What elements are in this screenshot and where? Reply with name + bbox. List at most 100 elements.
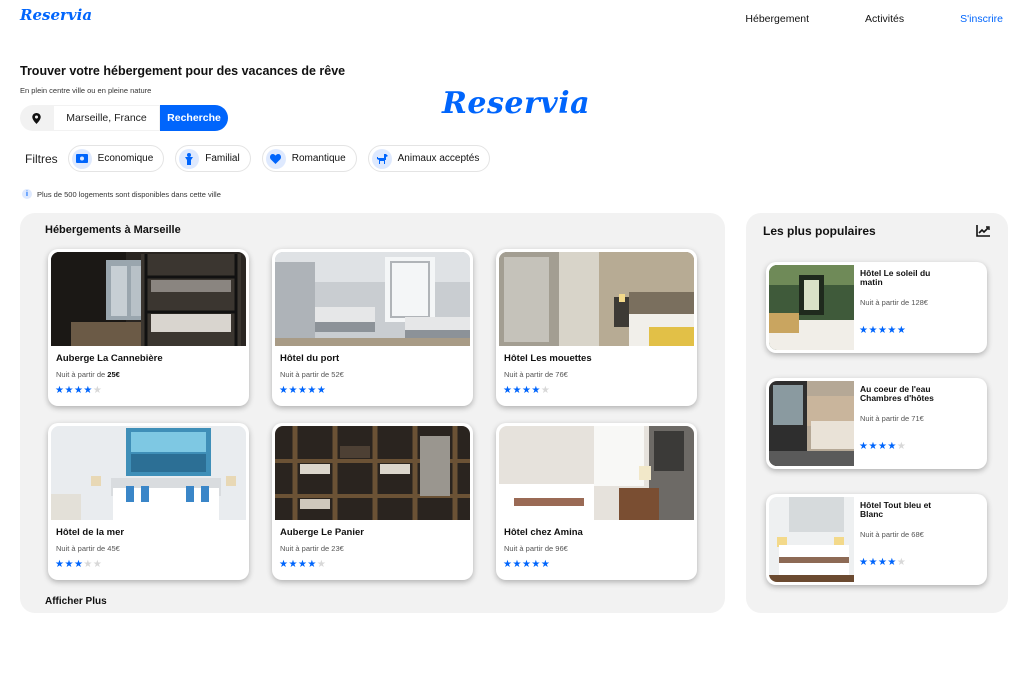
star-filled-icon: ★ — [83, 385, 93, 396]
info-icon: i — [22, 189, 32, 199]
star-filled-icon: ★ — [55, 559, 65, 570]
availability-info: i Plus de 500 logements sont disponibles… — [22, 189, 221, 199]
accommodation-card[interactable]: Hôtel chez Amina Nuit à partir de 96€ ★ ★… — [496, 423, 697, 580]
star-filled-icon: ★ — [896, 325, 907, 336]
nav-item-activites[interactable]: Activités — [865, 13, 904, 25]
search-bar: Marseille, France Recherche — [20, 105, 228, 131]
rating-stars: ★ ★ ★ ★ ★ — [279, 385, 326, 396]
filters-bar: Filtres Economique Familial Romantique A… — [25, 145, 501, 172]
rating-stars: ★ ★ ★ ★ ★ — [503, 559, 550, 570]
filter-animaux[interactable]: Animaux acceptés — [367, 145, 491, 172]
star-filled-icon: ★ — [859, 557, 869, 568]
rating-stars: ★ ★ ★ ★ ★ — [55, 559, 102, 570]
accommodation-card[interactable]: Auberge La Cannebière Nuit à partir de 2… — [48, 249, 249, 406]
map-pin-icon — [20, 105, 53, 131]
star-filled-icon: ★ — [316, 385, 327, 396]
accommodations-title: Hébergements à Marseille — [45, 224, 181, 236]
accommodation-card[interactable]: Hôtel de la mer Nuit à partir de 45€ ★ ★ ★… — [48, 423, 249, 580]
hotel-photo — [51, 426, 246, 520]
accommodation-name: Hôtel de la mer — [56, 527, 125, 538]
star-empty-icon: ★ — [896, 557, 907, 568]
filters-label: Filtres — [25, 151, 58, 166]
filter-label: Familial — [205, 153, 240, 164]
filter-romantique[interactable]: Romantique — [261, 145, 357, 172]
info-text: Plus de 500 logements sont disponibles d… — [37, 189, 221, 199]
star-filled-icon: ★ — [55, 385, 65, 396]
popular-price: Nuit à partir de 71€ — [860, 414, 924, 423]
filter-label: Romantique — [291, 153, 346, 164]
accommodation-price: Nuit à partir de 23€ — [280, 544, 344, 553]
dog-icon — [371, 148, 392, 169]
accommodation-price: Nuit à partir de 45€ — [56, 544, 120, 553]
star-filled-icon: ★ — [531, 385, 541, 396]
star-filled-icon: ★ — [531, 559, 541, 570]
popular-name: Au coeur de l'eau Chambres d'hôtes — [860, 384, 934, 403]
star-filled-icon: ★ — [887, 441, 897, 452]
star-filled-icon: ★ — [512, 385, 522, 396]
accommodation-name: Hôtel Les mouettes — [504, 353, 592, 364]
accommodation-price: Nuit à partir de 96€ — [504, 544, 568, 553]
star-filled-icon: ★ — [868, 325, 878, 336]
star-filled-icon: ★ — [512, 559, 522, 570]
popular-title: Les plus populaires — [763, 224, 876, 238]
show-more-link[interactable]: Afficher Plus — [45, 596, 107, 607]
accommodation-card[interactable]: Hôtel du port Nuit à partir de 52€ ★ ★ ★ ★ ★ — [272, 249, 473, 406]
popular-card[interactable]: Au coeur de l'eau Chambres d'hôtes Nuit … — [766, 378, 987, 469]
star-filled-icon: ★ — [503, 559, 513, 570]
star-filled-icon: ★ — [859, 325, 869, 336]
star-empty-icon: ★ — [92, 559, 103, 570]
top-nav: Hébergement Activités S'inscrire — [689, 13, 1003, 25]
star-filled-icon: ★ — [877, 557, 888, 568]
star-filled-icon: ★ — [297, 385, 308, 396]
rating-stars: ★ ★ ★ ★ ★ — [859, 557, 906, 568]
popular-section: Les plus populaires Hôtel Le soleil du m… — [746, 213, 1008, 613]
star-filled-icon: ★ — [297, 559, 308, 570]
accommodation-price: Nuit à partir de 76€ — [504, 370, 568, 379]
hotel-photo — [275, 252, 470, 346]
hotel-photo — [769, 497, 854, 582]
hotel-photo — [769, 265, 854, 350]
popular-card[interactable]: Hôtel Tout bleu et Blanc Nuit à partir d… — [766, 494, 987, 585]
accommodation-card[interactable]: Auberge Le Panier Nuit à partir de 23€ ★… — [272, 423, 473, 580]
hotel-photo — [275, 426, 470, 520]
rating-stars: ★ ★ ★ ★ ★ — [859, 325, 906, 336]
nav-item-hebergement[interactable]: Hébergement — [745, 13, 809, 25]
star-filled-icon: ★ — [64, 385, 74, 396]
popular-name: Hôtel Tout bleu et Blanc — [860, 500, 932, 519]
star-filled-icon: ★ — [73, 559, 84, 570]
filter-economique[interactable]: Economique — [67, 145, 165, 172]
star-filled-icon: ★ — [73, 385, 84, 396]
filter-familial[interactable]: Familial — [175, 145, 251, 172]
hotel-photo — [499, 426, 694, 520]
accommodation-name: Auberge Le Panier — [280, 527, 364, 538]
star-filled-icon: ★ — [859, 441, 869, 452]
hotel-photo — [51, 252, 246, 346]
signup-link[interactable]: S'inscrire — [960, 13, 1003, 25]
popular-price: Nuit à partir de 128€ — [860, 298, 928, 307]
page-subtitle: En plein centre ville ou en pleine natur… — [20, 86, 152, 95]
star-empty-icon: ★ — [92, 385, 103, 396]
star-filled-icon: ★ — [288, 385, 298, 396]
popular-card[interactable]: Hôtel Le soleil du matin Nuit à partir d… — [766, 262, 987, 353]
logo[interactable]: Reservia — [20, 6, 92, 24]
child-icon — [179, 148, 200, 169]
star-filled-icon: ★ — [288, 559, 298, 570]
star-filled-icon: ★ — [307, 385, 317, 396]
accommodation-price: Nuit à partir de 52€ — [280, 370, 344, 379]
logo-large: Reservia — [442, 86, 591, 121]
filter-label: Economique — [97, 153, 154, 164]
rating-stars: ★ ★ ★ ★ ★ — [859, 441, 906, 452]
star-filled-icon: ★ — [64, 559, 74, 570]
heart-icon — [265, 148, 286, 169]
hotel-photo — [499, 252, 694, 346]
star-filled-icon: ★ — [503, 385, 513, 396]
star-filled-icon: ★ — [521, 385, 532, 396]
star-filled-icon: ★ — [279, 559, 289, 570]
rating-stars: ★ ★ ★ ★ ★ — [279, 559, 326, 570]
star-filled-icon: ★ — [307, 559, 317, 570]
star-filled-icon: ★ — [279, 385, 289, 396]
search-button[interactable]: Recherche — [160, 105, 228, 131]
accommodation-card[interactable]: Hôtel Les mouettes Nuit à partir de 76€ … — [496, 249, 697, 406]
star-filled-icon: ★ — [521, 559, 532, 570]
location-input[interactable]: Marseille, France — [53, 105, 160, 131]
